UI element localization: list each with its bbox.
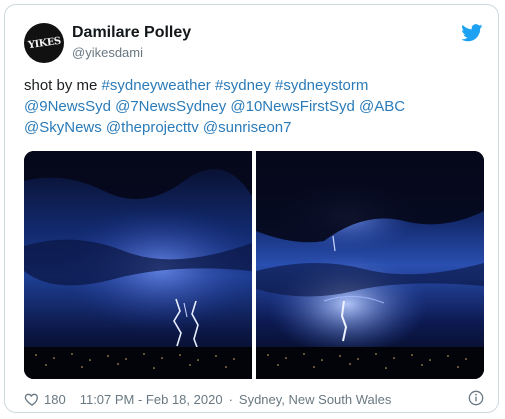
avatar[interactable]: YIKES [24,23,64,63]
footer-separator: · [228,391,233,407]
hashtag-link[interactable]: #sydney [215,77,271,94]
tweet-card[interactable]: YIKES Damilare Polley @yikesdami shot by… [4,4,499,413]
tweet-line: @9NewsSyd @7NewsSydney @10NewsFirstSyd @… [24,96,484,117]
tweet-media[interactable] [24,151,484,379]
tweet-text-segment: shot by me [24,77,102,94]
tweet-text: shot by me #sydneyweather #sydney #sydne… [24,75,484,138]
mention-link[interactable]: @ABC [359,98,405,115]
like-count[interactable]: 180 [44,392,66,407]
tweet-footer: 180 11:07 PM - Feb 18, 2020 · Sydney, Ne… [24,389,484,409]
mention-link[interactable]: @10NewsFirstSyd [230,98,354,115]
tweet-line: @SkyNews @theprojecttv @sunriseon7 [24,117,484,138]
hashtag-link[interactable]: #sydneyweather [102,77,211,94]
lightning-photo-left[interactable] [24,151,252,379]
mention-link[interactable]: @SkyNews [24,119,102,136]
tweet-timestamp[interactable]: 11:07 PM - Feb 18, 2020 [80,392,223,407]
hashtag-link[interactable]: #sydneystorm [275,77,368,94]
author-name[interactable]: Damilare Polley [72,24,191,42]
twitter-bird-icon[interactable] [461,24,483,42]
mention-link[interactable]: @9NewsSyd [24,98,111,115]
lightning-photo-right[interactable] [256,151,484,379]
tweet-line: shot by me #sydneyweather #sydney #sydne… [24,75,484,96]
mention-link[interactable]: @sunriseon7 [203,119,292,136]
info-icon[interactable] [468,390,484,406]
heart-icon[interactable] [24,391,40,407]
author-handle[interactable]: @yikesdami [72,45,143,60]
media-divider [252,151,256,379]
tweet-location[interactable]: Sydney, New South Wales [239,392,391,407]
avatar-logo-text: YIKES [26,35,62,51]
mention-link[interactable]: @theprojecttv [106,119,199,136]
mention-link[interactable]: @7NewsSydney [115,98,226,115]
media-photos[interactable] [24,151,484,379]
